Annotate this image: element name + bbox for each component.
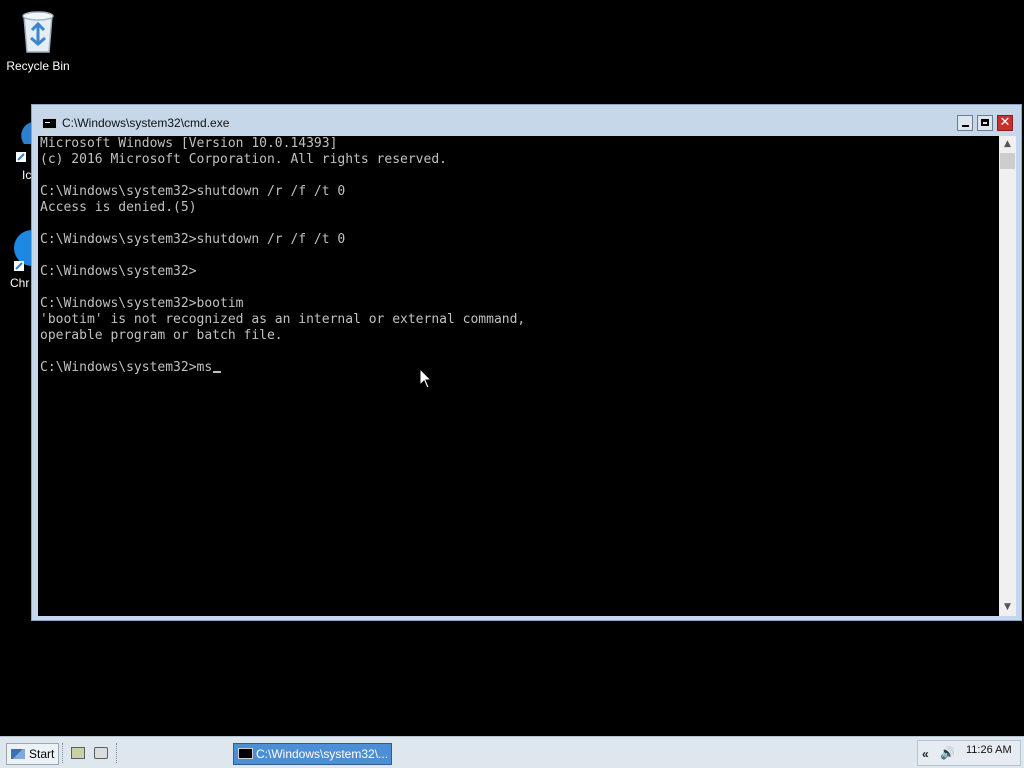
clock[interactable]: 11:26 AM	[966, 744, 1012, 756]
chrome-shortcut-icon	[14, 230, 32, 271]
taskbar: Start C:\Windows\system32\... « 🔊 11:26 …	[0, 736, 1024, 768]
console-output[interactable]: Microsoft Windows [Version 10.0.14393] (…	[38, 136, 999, 616]
server-manager-icon[interactable]	[71, 747, 85, 759]
console-input-line[interactable]: C:\Windows\system32>ms	[40, 360, 212, 375]
console-line: Access is denied.(5)	[40, 200, 197, 215]
console-line: C:\Windows\system32>shutdown /r /f /t 0	[40, 232, 346, 247]
close-button[interactable]: ✕	[997, 115, 1013, 131]
window-titlebar[interactable]: C:\Windows\system32\cmd.exe ✕	[32, 105, 1021, 135]
console-line: (c) 2016 Microsoft Corporation. All righ…	[40, 152, 447, 167]
desktop-icon-label-2: Chr	[10, 276, 30, 290]
taskbar-cmd-button[interactable]: C:\Windows\system32\...	[233, 743, 392, 765]
minimize-button[interactable]	[957, 115, 973, 131]
taskbar-divider	[62, 743, 65, 763]
desktop-icon-label-1: Ic	[22, 168, 32, 182]
close-icon: ✕	[999, 115, 1011, 130]
powershell-icon[interactable]	[94, 747, 108, 759]
text-cursor	[213, 371, 222, 373]
mouse-pointer-icon	[419, 368, 433, 389]
scroll-down-arrow-icon[interactable]: ▼	[999, 599, 1016, 616]
start-button[interactable]: Start	[6, 743, 60, 765]
recycle-bin-desktop-icon[interactable]: Recycle Bin	[0, 8, 76, 73]
start-label: Start	[29, 747, 55, 761]
cmd-icon	[238, 748, 253, 759]
scrollbar-thumb[interactable]	[1000, 153, 1015, 169]
console-line: C:\Windows\system32>bootim	[40, 296, 244, 311]
scroll-up-arrow-icon[interactable]: ▲	[999, 136, 1016, 153]
show-hidden-icons-chevron-icon[interactable]: «	[922, 747, 929, 761]
windows-flag-icon	[11, 749, 25, 759]
volume-icon[interactable]: 🔊	[940, 746, 955, 760]
console-line: 'bootim' is not recognized as an interna…	[40, 312, 526, 327]
maximize-button[interactable]	[977, 115, 993, 131]
console-line: C:\Windows\system32>shutdown /r /f /t 0	[40, 184, 346, 199]
shortcut-icon	[16, 122, 32, 162]
recycle-bin-label: Recycle Bin	[6, 59, 70, 73]
partial-desktop-icon-1[interactable]: Ic	[14, 118, 32, 182]
cmd-window[interactable]: C:\Windows\system32\cmd.exe ✕ Microsoft …	[31, 104, 1022, 621]
vertical-scrollbar[interactable]: ▲ ▼	[999, 136, 1016, 616]
cmd-icon	[42, 118, 57, 129]
recycle-bin-icon	[22, 11, 54, 53]
minimize-icon	[962, 125, 969, 127]
window-title: C:\Windows\system32\cmd.exe	[62, 116, 230, 130]
taskbar-divider	[116, 743, 119, 763]
maximize-icon	[981, 119, 989, 126]
system-tray: « 🔊 11:26 AM	[917, 740, 1021, 766]
chrome-desktop-icon[interactable]: Chr	[10, 228, 32, 290]
console-line: operable program or batch file.	[40, 328, 283, 343]
console-line: Microsoft Windows [Version 10.0.14393]	[40, 136, 338, 151]
console-line: C:\Windows\system32>	[40, 264, 197, 279]
taskbar-cmd-label: C:\Windows\system32\...	[256, 747, 389, 761]
